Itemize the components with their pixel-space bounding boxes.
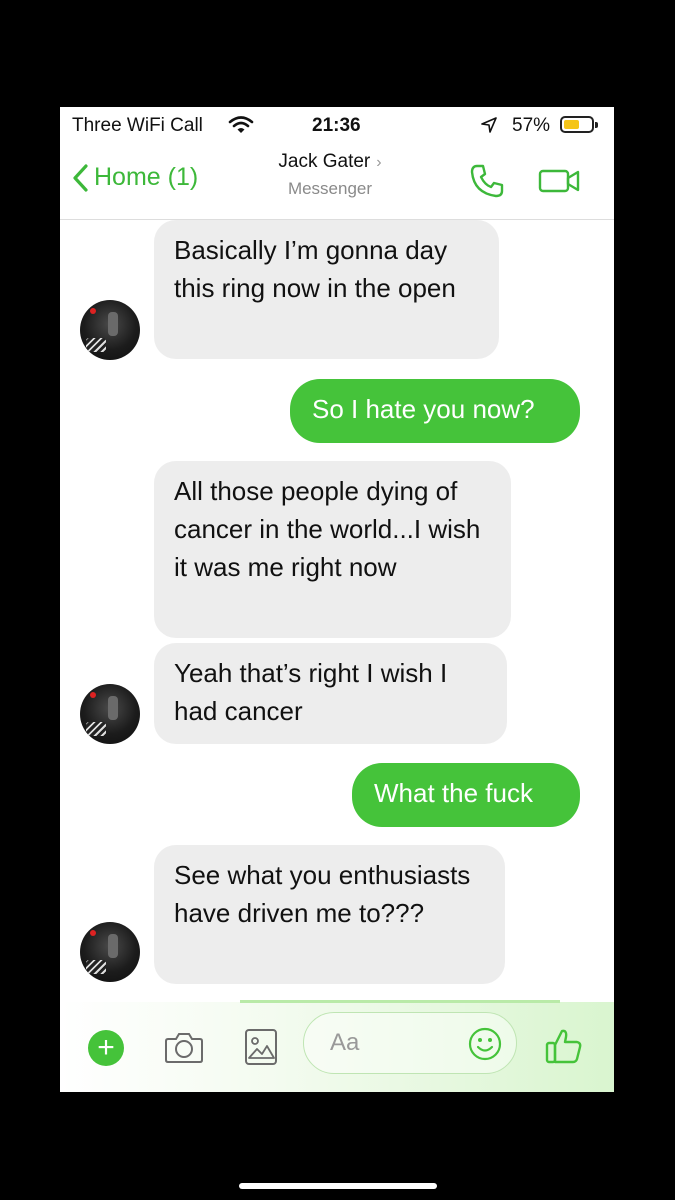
more-actions-button[interactable]: + (88, 1030, 124, 1066)
battery-level (564, 120, 579, 129)
message-list[interactable]: Basically I’m gonna day this ring now in… (60, 220, 614, 1002)
incoming-message[interactable]: Yeah that’s right I wish I had cancer (154, 643, 507, 744)
wifi-icon (228, 115, 254, 140)
contact-name: Jack Gater (278, 151, 371, 172)
avatar[interactable] (80, 922, 140, 982)
like-button[interactable] (544, 1026, 584, 1071)
home-indicator[interactable] (239, 1183, 437, 1189)
incoming-message[interactable]: See what you enthusiasts have driven me … (154, 845, 505, 984)
call-button[interactable] (469, 163, 505, 204)
contact-subtitle: Messenger (287, 179, 373, 198)
phone-icon (470, 164, 504, 198)
outgoing-message[interactable]: So I hate you now? (290, 379, 580, 443)
conversation-header: Home (1) Jack Gater › Messenger (60, 145, 614, 220)
incoming-message[interactable]: Basically I’m gonna day this ring now in… (154, 220, 499, 359)
video-call-button[interactable] (538, 167, 582, 200)
gallery-button[interactable] (244, 1028, 278, 1071)
chevron-right-icon: › (376, 154, 382, 171)
message-input-placeholder: Aa (330, 1029, 360, 1056)
chevron-left-icon (73, 163, 88, 192)
image-icon (245, 1029, 277, 1065)
back-label: Home (1) (94, 163, 199, 191)
emoji-button[interactable] (468, 1027, 502, 1066)
plus-icon: + (97, 1031, 115, 1064)
avatar[interactable] (80, 684, 140, 744)
thumbs-up-icon (545, 1029, 582, 1064)
message-input[interactable]: Aa (303, 1012, 517, 1074)
carrier-label: Three WiFi Call (72, 115, 203, 136)
contact-title[interactable]: Jack Gater › Messenger (230, 151, 430, 199)
outgoing-message[interactable]: What the fuck (352, 763, 580, 827)
battery-percent: 57% (512, 115, 551, 136)
back-button[interactable]: Home (1) (72, 163, 198, 192)
clock: 21:36 (312, 115, 361, 136)
video-icon (538, 169, 580, 193)
location-arrow-icon (481, 117, 497, 138)
status-bar: Three WiFi Call 21:36 57% (60, 107, 614, 145)
camera-icon (165, 1033, 203, 1063)
composer-bar: + Aa (60, 1000, 614, 1092)
camera-button[interactable] (164, 1030, 204, 1069)
battery-icon (560, 116, 598, 133)
messenger-screen: Three WiFi Call 21:36 57% Home (1) Jack (60, 107, 614, 1092)
avatar[interactable] (80, 300, 140, 360)
incoming-message[interactable]: All those people dying of cancer in the … (154, 461, 511, 638)
emoji-icon (468, 1027, 502, 1061)
